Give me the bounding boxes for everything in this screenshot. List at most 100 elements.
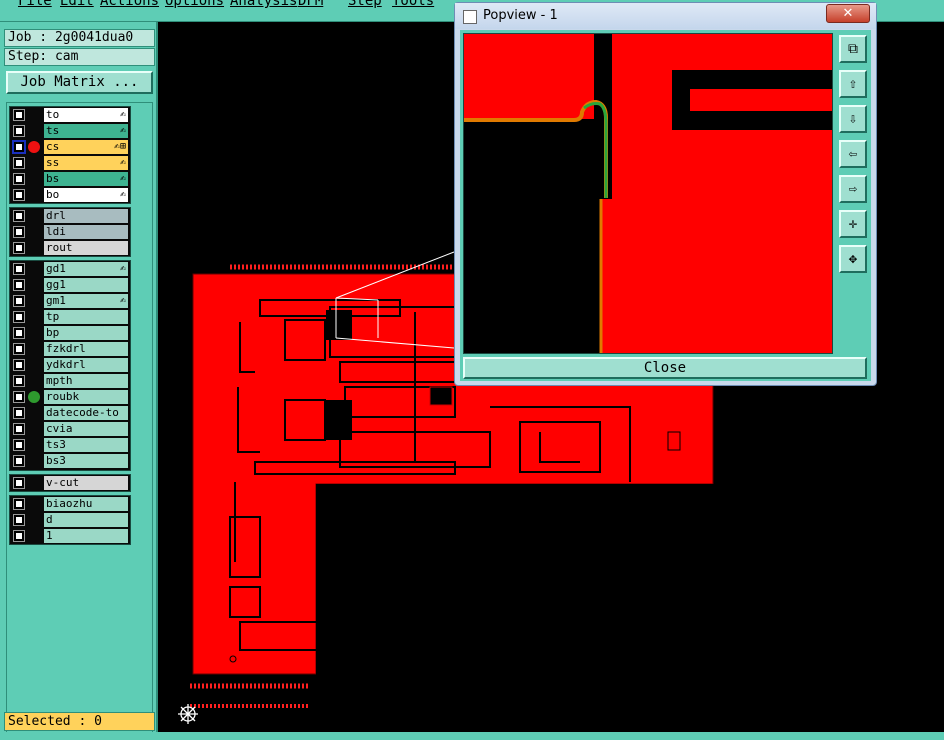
pan-left-icon[interactable]: ⇦ [839, 140, 867, 168]
layer-checkbox[interactable] [13, 210, 25, 222]
layer-row-ydkdrl[interactable]: ydkdrl [10, 357, 130, 373]
menu-analysis[interactable]: Analysis [230, 0, 297, 9]
layer-name[interactable]: gm1 ✍ [44, 294, 128, 308]
pan-right-icon[interactable]: ⇨ [839, 175, 867, 203]
layer-checkbox[interactable] [13, 295, 25, 307]
popview-close-button[interactable]: Close [463, 357, 867, 379]
layer-row-cs[interactable]: cs ✍⊞ [10, 139, 130, 155]
layer-name[interactable]: datecode-to [44, 406, 128, 420]
layer-row-1[interactable]: 1 [10, 528, 130, 544]
layer-checkbox[interactable] [13, 226, 25, 238]
layer-row-drl[interactable]: drl [10, 208, 130, 224]
layer-row-tp[interactable]: tp [10, 309, 130, 325]
layer-checkbox[interactable] [13, 455, 25, 467]
layer-checkbox[interactable] [13, 391, 25, 403]
layer-row-bp[interactable]: bp [10, 325, 130, 341]
layer-name[interactable]: 1 [44, 529, 128, 543]
layer-checkbox[interactable] [13, 109, 25, 121]
layer-row-v-cut[interactable]: v-cut [10, 475, 130, 491]
layer-name[interactable]: biaozhu [44, 497, 128, 511]
layer-name[interactable]: bs3 [44, 454, 128, 468]
popview-zoom-canvas[interactable] [463, 33, 833, 354]
layer-row-ts[interactable]: ts ✍ [10, 123, 130, 139]
layer-row-roubk[interactable]: roubk [10, 389, 130, 405]
job-matrix-button[interactable]: Job Matrix ... [6, 71, 153, 94]
layer-name[interactable]: roubk [44, 390, 128, 404]
layer-name[interactable]: cvia [44, 422, 128, 436]
layer-row-fzkdrl[interactable]: fzkdrl [10, 341, 130, 357]
menu-edit[interactable]: Edit [60, 0, 94, 9]
layer-name[interactable]: ts3 [44, 438, 128, 452]
layer-checkbox[interactable] [13, 530, 25, 542]
pan-down-icon[interactable]: ⇩ [839, 105, 867, 133]
layer-name[interactable]: bs ✍ [44, 172, 128, 186]
layer-row-gd1[interactable]: gd1 ✍ [10, 261, 130, 277]
layer-checkbox[interactable] [12, 140, 26, 154]
layer-name[interactable]: fzkdrl [44, 342, 128, 356]
layer-name[interactable]: ss ✍ [44, 156, 128, 170]
layer-checkbox[interactable] [13, 514, 25, 526]
layer-row-datecode-to[interactable]: datecode-to [10, 405, 130, 421]
layer-name[interactable]: gg1 [44, 278, 128, 292]
layer-checkbox[interactable] [13, 343, 25, 355]
layer-row-ldi[interactable]: ldi [10, 224, 130, 240]
layer-checkbox[interactable] [13, 263, 25, 275]
layer-checkbox[interactable] [13, 359, 25, 371]
popview-close-x-button[interactable]: ✕ [826, 4, 870, 23]
menu-dfm[interactable]: DFM [298, 0, 323, 9]
zoom-out-icon[interactable]: ✥ [839, 245, 867, 273]
menu-file[interactable]: File [18, 0, 52, 9]
menu-actions[interactable]: Actions [100, 0, 159, 9]
layer-checkbox[interactable] [13, 173, 25, 185]
layer-checkbox[interactable] [13, 498, 25, 510]
popview-titlebar[interactable]: Popview - 1 ✕ [455, 3, 876, 29]
layer-row-mpth[interactable]: mpth [10, 373, 130, 389]
layer-checkbox[interactable] [13, 477, 25, 489]
layer-display-dot-icon[interactable] [28, 141, 40, 153]
layer-row-d[interactable]: d [10, 512, 130, 528]
layer-row-bo[interactable]: bo ✍ [10, 187, 130, 203]
pan-up-icon[interactable]: ⇧ [839, 70, 867, 98]
layer-row-to[interactable]: to ✍ [10, 107, 130, 123]
layer-name[interactable]: d [44, 513, 128, 527]
layer-row-ss[interactable]: ss ✍ [10, 155, 130, 171]
layer-name[interactable]: ldi [44, 225, 128, 239]
layer-display-dot-icon[interactable] [28, 391, 40, 403]
layer-checkbox[interactable] [13, 423, 25, 435]
layer-name[interactable]: to ✍ [44, 108, 128, 122]
layer-checkbox[interactable] [13, 189, 25, 201]
layer-name[interactable]: v-cut [44, 476, 128, 490]
menu-tools[interactable]: Tools [392, 0, 434, 9]
layer-name[interactable]: cs ✍⊞ [44, 140, 128, 154]
layer-row-biaozhu[interactable]: biaozhu [10, 496, 130, 512]
menu-step[interactable]: Step [348, 0, 382, 9]
layer-row-ts3[interactable]: ts3 [10, 437, 130, 453]
menu-options[interactable]: Options [165, 0, 224, 9]
zoom-window-icon[interactable]: ⧉ [839, 35, 867, 63]
layer-row-bs[interactable]: bs ✍ [10, 171, 130, 187]
layer-checkbox[interactable] [13, 407, 25, 419]
layer-name[interactable]: tp [44, 310, 128, 324]
popview-window[interactable]: Popview - 1 ✕ ⧉ ⇧ ⇩ ⇦ ⇨ ✛ ✥ Close [454, 2, 877, 386]
layer-checkbox[interactable] [13, 375, 25, 387]
layer-row-bs3[interactable]: bs3 [10, 453, 130, 469]
layer-name[interactable]: mpth [44, 374, 128, 388]
layer-name[interactable]: rout [44, 241, 128, 255]
layer-checkbox[interactable] [13, 279, 25, 291]
layer-row-cvia[interactable]: cvia [10, 421, 130, 437]
layer-checkbox[interactable] [13, 327, 25, 339]
layer-name[interactable]: ydkdrl [44, 358, 128, 372]
layer-row-gm1[interactable]: gm1 ✍ [10, 293, 130, 309]
layer-checkbox[interactable] [13, 157, 25, 169]
zoom-in-icon[interactable]: ✛ [839, 210, 867, 238]
layer-checkbox[interactable] [13, 439, 25, 451]
layer-name[interactable]: gd1 ✍ [44, 262, 128, 276]
layer-checkbox[interactable] [13, 311, 25, 323]
layer-name[interactable]: drl [44, 209, 128, 223]
layer-row-rout[interactable]: rout [10, 240, 130, 256]
layer-checkbox[interactable] [13, 125, 25, 137]
layer-name[interactable]: bo ✍ [44, 188, 128, 202]
layer-checkbox[interactable] [13, 242, 25, 254]
layer-row-gg1[interactable]: gg1 [10, 277, 130, 293]
layer-name[interactable]: ts ✍ [44, 124, 128, 138]
